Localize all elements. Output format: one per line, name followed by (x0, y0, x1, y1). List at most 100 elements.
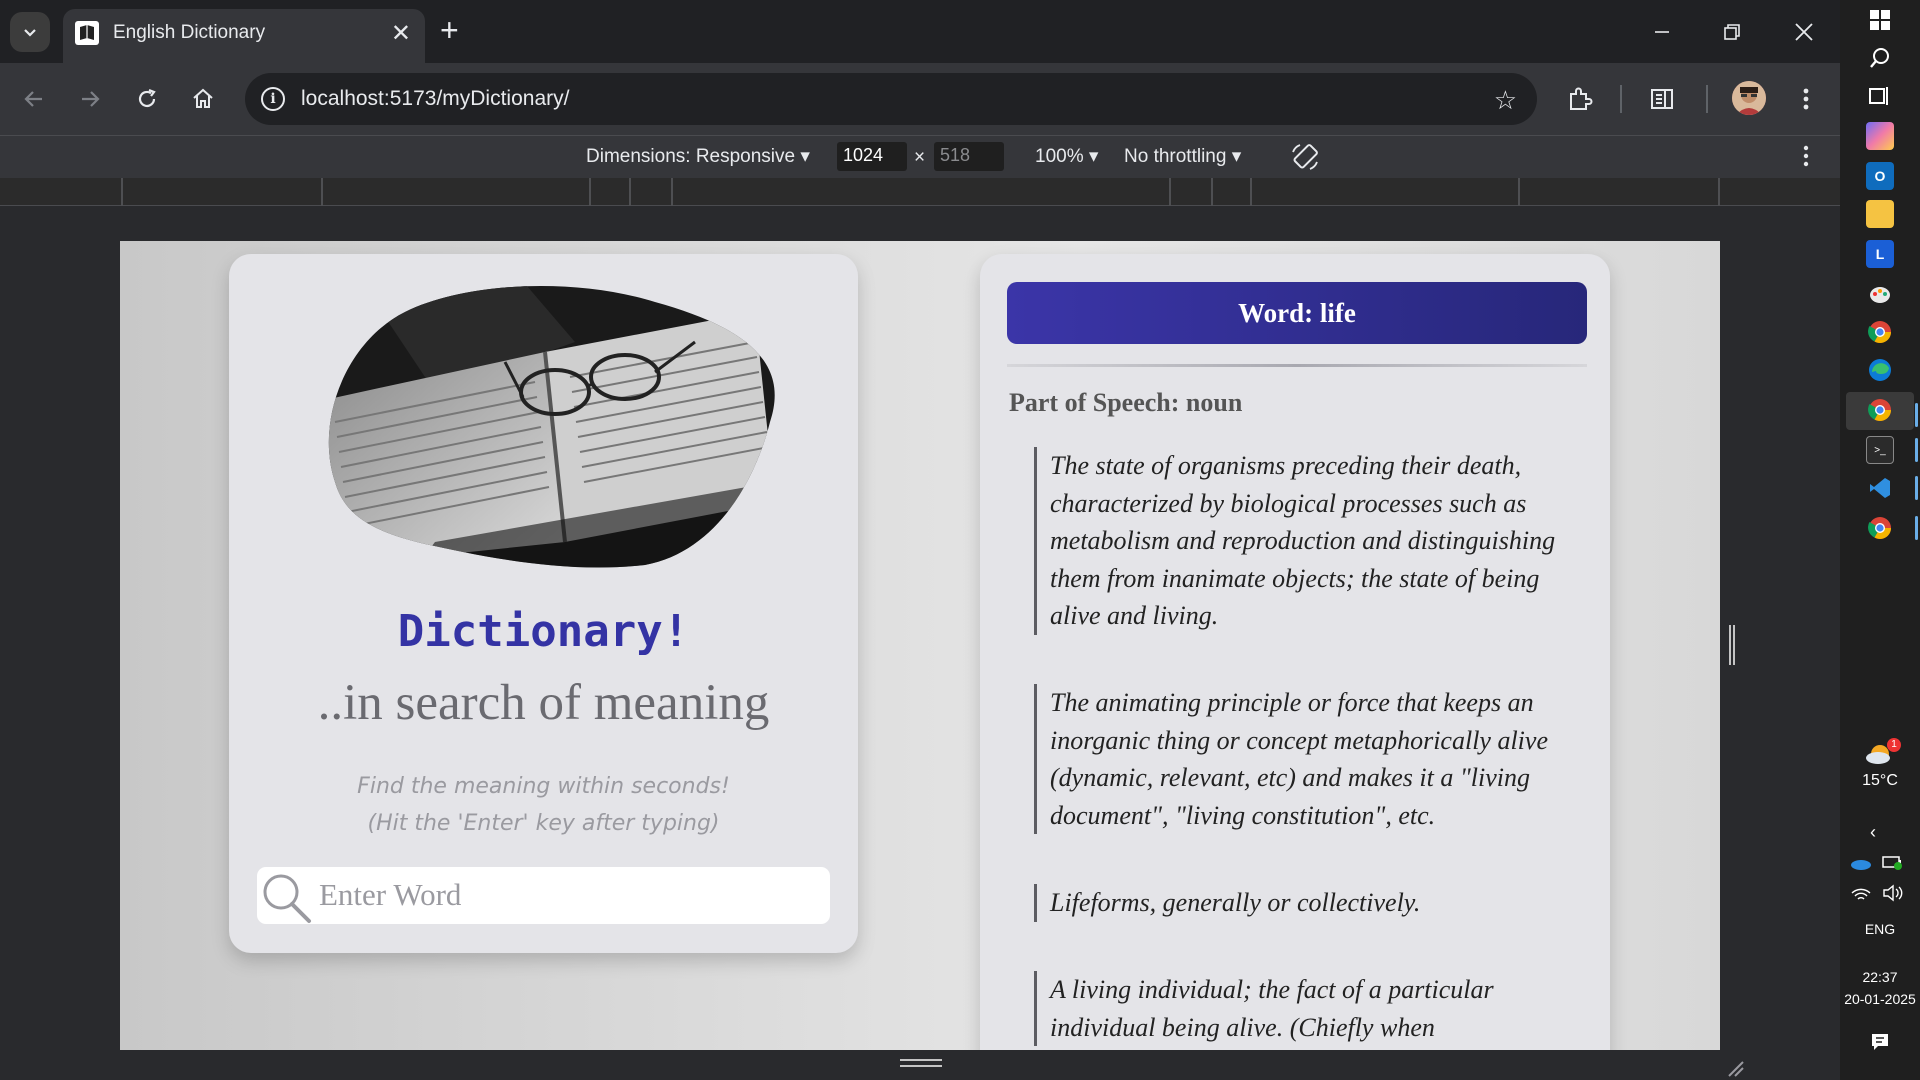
chevron-down-icon (24, 29, 36, 37)
extensions-button[interactable] (1560, 79, 1600, 119)
restore-icon (1724, 24, 1740, 40)
divider-line (1007, 364, 1587, 367)
clock-date[interactable]: 20-01-2025 (1840, 991, 1920, 1007)
arrow-left-icon (24, 91, 42, 107)
ruler-tick (1250, 178, 1252, 206)
running-indicator (1915, 516, 1918, 540)
clock-time[interactable]: 22:37 (1840, 969, 1920, 985)
chrome-icon[interactable] (1866, 514, 1894, 542)
onedrive-icon[interactable] (1850, 856, 1872, 875)
search-box[interactable] (257, 867, 830, 924)
running-indicator (1915, 403, 1918, 427)
volume-icon[interactable] (1882, 884, 1904, 907)
ruler-tick (121, 178, 123, 206)
address-bar[interactable]: i localhost:5173/myDictionary/ ☆ (245, 73, 1537, 125)
device-more-icon[interactable] (1802, 144, 1810, 174)
ruler-tick (1169, 178, 1171, 206)
viewport-resize-handle-bottom[interactable] (900, 1058, 942, 1068)
reload-icon (138, 88, 156, 108)
search-card: Dictionary! ..in search of meaning Find … (229, 254, 858, 953)
arrow-right-icon (82, 91, 100, 107)
terminal-icon[interactable]: >_ (1866, 436, 1894, 464)
home-icon (193, 88, 213, 108)
url-text[interactable]: localhost:5173/myDictionary/ (301, 87, 569, 111)
new-tab-button[interactable]: + (440, 14, 459, 46)
result-card: Word: life Part of Speech: noun The stat… (980, 254, 1610, 1050)
word-heading: Word: life (1007, 282, 1587, 344)
ruler-tick (321, 178, 323, 206)
restore-button[interactable] (1712, 12, 1752, 52)
word-search-input[interactable] (319, 873, 819, 917)
tab-close-icon[interactable]: ✕ (391, 19, 411, 48)
vscode-icon[interactable] (1866, 474, 1894, 502)
tab-title: English Dictionary (113, 22, 266, 43)
hint-line-1: Find the meaning within seconds! (357, 774, 730, 799)
menu-button[interactable] (1786, 79, 1826, 119)
toolbar-divider (1706, 85, 1708, 113)
times-sign: × (914, 147, 926, 168)
browser-window: English Dictionary ✕ + i localhost:5173/… (0, 0, 1840, 1080)
temperature: 15°C (1862, 772, 1898, 789)
edge-icon[interactable] (1866, 356, 1894, 384)
tab-english-dictionary[interactable]: English Dictionary ✕ (63, 9, 425, 63)
windows-taskbar: O L >_ 1 15°C ‹ ENG 22:37 20-01-2025 (1840, 0, 1920, 1080)
definition-item: The state of organisms preceding their d… (1034, 447, 1574, 635)
ruler-tick (589, 178, 591, 206)
minimize-button[interactable] (1642, 12, 1682, 52)
search-icon (263, 874, 311, 923)
notification-icon[interactable] (1870, 1032, 1890, 1057)
ruler-tick (629, 178, 631, 206)
file-explorer-icon[interactable] (1866, 200, 1894, 228)
tab-strip: English Dictionary ✕ + (0, 0, 1840, 63)
weather-badge: 1 (1887, 738, 1901, 752)
paint-icon[interactable] (1866, 280, 1894, 308)
viewport-resize-handle-right[interactable] (1728, 625, 1736, 665)
sidepanel-icon (1651, 89, 1673, 109)
chrome-icon[interactable] (1866, 318, 1894, 346)
rotate-icon[interactable] (1290, 142, 1320, 178)
weather-icon[interactable]: 1 (1862, 738, 1901, 770)
search-icon[interactable] (1866, 44, 1894, 72)
media-query-ruler[interactable] (0, 178, 1840, 206)
device-toolbar: Dimensions: Responsive ▾ 1024 × 518 100%… (0, 135, 1840, 178)
battery-icon[interactable] (1882, 854, 1904, 875)
definition-item: A living individual; the fact of a parti… (1034, 971, 1574, 1046)
chevron-left-icon[interactable]: ‹ (1870, 822, 1876, 843)
close-window-button[interactable] (1784, 12, 1824, 52)
height-input[interactable]: 518 (934, 142, 1004, 171)
browser-toolbar: i localhost:5173/myDictionary/ ☆ (0, 63, 1840, 135)
reload-button[interactable] (127, 79, 167, 119)
running-indicator (1915, 476, 1918, 500)
copilot-icon[interactable] (1866, 122, 1894, 150)
running-indicator (1915, 438, 1918, 462)
reading-list-button[interactable] (1642, 79, 1682, 119)
windows-start-icon[interactable] (1866, 6, 1894, 34)
book-favicon-icon (75, 21, 99, 45)
tab-search-button[interactable] (10, 12, 50, 52)
language-indicator[interactable]: ENG (1840, 921, 1920, 937)
wifi-icon[interactable] (1850, 886, 1872, 907)
kebab-menu-icon (1803, 88, 1809, 110)
dimensions-dropdown[interactable]: Dimensions: Responsive ▾ (586, 145, 810, 168)
hint-line-2: (Hit the 'Enter' key after typing) (367, 811, 720, 836)
puzzle-icon (1570, 87, 1593, 110)
forward-button[interactable] (70, 79, 110, 119)
home-button[interactable] (183, 79, 223, 119)
viewport-resize-corner-icon[interactable] (1725, 1058, 1745, 1078)
ruler-tick (671, 178, 673, 206)
site-info-icon[interactable]: i (261, 87, 285, 111)
app-l-icon[interactable]: L (1866, 240, 1894, 268)
page-viewport: Dictionary! ..in search of meaning Find … (120, 241, 1720, 1050)
outlook-icon[interactable]: O (1866, 162, 1894, 190)
zoom-dropdown[interactable]: 100% ▾ (1035, 145, 1098, 168)
chrome-icon[interactable] (1866, 396, 1894, 424)
app-title: Dictionary! (397, 606, 690, 657)
close-icon (1795, 23, 1813, 41)
throttling-dropdown[interactable]: No throttling ▾ (1124, 145, 1241, 168)
bookmark-star-icon[interactable]: ☆ (1494, 85, 1517, 116)
profile-avatar[interactable] (1732, 81, 1766, 115)
task-view-icon[interactable] (1866, 82, 1894, 110)
definition-item: The animating principle or force that ke… (1034, 684, 1574, 834)
width-input[interactable]: 1024 (837, 142, 907, 171)
back-button[interactable] (14, 79, 54, 119)
